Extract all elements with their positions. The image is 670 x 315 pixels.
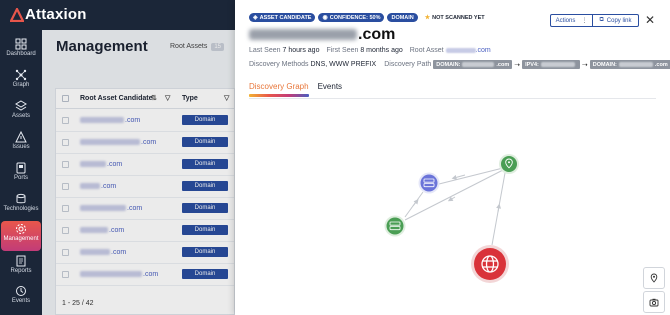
sidebar-item-dashboard[interactable]: Dashboard — [0, 38, 42, 68]
graph-edge-arrow — [496, 203, 502, 213]
shield-icon: ◉ — [322, 15, 328, 21]
tab-discovery-graph[interactable]: Discovery Graph — [249, 82, 309, 97]
scan-status-badge: ★ NOT SCANNED YET — [424, 14, 485, 22]
logo-text: Attaxion — [25, 6, 87, 23]
sidebar-item-label: Reports — [10, 268, 32, 274]
sidebar-item-events[interactable]: Events — [0, 285, 42, 315]
path-chip[interactable]: DOMAIN: .com — [433, 60, 513, 69]
sidebar-item-graph[interactable]: Graph — [0, 69, 42, 99]
path-chip[interactable]: IPV4: — [522, 60, 580, 69]
copy-icon: ⧉ — [599, 17, 604, 23]
camera-icon — [649, 298, 659, 307]
asset-meta-row: Last Seen 7 hours ago First Seen 8 months… — [249, 47, 491, 54]
events-icon — [16, 286, 26, 296]
sidebar-item-reports[interactable]: Reports — [0, 255, 42, 285]
more-icon: ⋮ — [581, 18, 588, 24]
discovery-row: Discovery Methods DNS, WWW PREFIX Discov… — [249, 60, 670, 69]
graph-node-server[interactable] — [384, 215, 406, 237]
graph-icon — [15, 69, 27, 81]
path-chip[interactable]: DOMAIN: .com — [589, 60, 670, 69]
graph-edge-arrow — [412, 199, 419, 207]
tab-events[interactable]: Events — [318, 82, 342, 97]
asset-candidate-badge: ◈ ASSET CANDIDATE — [249, 13, 316, 22]
assets-icon — [15, 100, 27, 111]
sidebar-item-label: Events — [11, 298, 31, 304]
graph-node-current-domain[interactable] — [471, 245, 509, 283]
arrow-right-icon: ➝ — [514, 61, 521, 69]
graph-edge — [438, 167, 504, 185]
sidebar-item-technologies[interactable]: Technologies — [0, 193, 42, 223]
graph-edge-arrow — [447, 196, 456, 202]
management-icon — [16, 224, 26, 234]
warning-icon: ★ — [424, 15, 431, 21]
sidebar-item-label: Ports — [13, 175, 28, 181]
discovery-methods-value: DNS, WWW PREFIX — [310, 61, 377, 68]
graph-node-ip[interactable] — [418, 172, 440, 194]
arrow-right-icon: ➝ — [581, 61, 588, 69]
sidebar-item-label: Graph — [12, 82, 30, 88]
sidebar-item-label: Dashboard — [6, 51, 36, 57]
reports-icon — [16, 255, 26, 267]
logo-mark-icon — [10, 7, 24, 22]
badge-row: ◈ ASSET CANDIDATE ◉ CONFIDENCE: 50% DOMAIN… — [249, 13, 492, 22]
domain-badge: DOMAIN — [387, 13, 418, 22]
sidebar-item-ports[interactable]: Ports — [0, 162, 42, 192]
top-bar: Attaxion — [0, 0, 235, 30]
screenshot-button[interactable] — [643, 291, 665, 313]
actions-button[interactable]: Actions ⋮ — [550, 14, 593, 27]
modal-backdrop[interactable] — [42, 30, 235, 315]
graph-node-location[interactable] — [499, 154, 519, 174]
tag-icon: ◈ — [253, 15, 258, 21]
sidebar-item-issues[interactable]: Issues — [0, 131, 42, 161]
location-pin-icon — [650, 273, 658, 283]
copy-link-button[interactable]: ⧉ Copy link — [593, 14, 639, 27]
sidebar-item-label: Assets — [11, 113, 30, 119]
ports-icon — [16, 162, 26, 174]
app-logo[interactable]: Attaxion — [10, 6, 87, 23]
asset-detail-drawer: ◈ ASSET CANDIDATE ◉ CONFIDENCE: 50% DOMAIN… — [235, 0, 670, 315]
root-asset-link[interactable]: .com — [445, 47, 491, 54]
tabs-divider — [249, 98, 656, 99]
close-icon[interactable]: ✕ — [645, 13, 655, 27]
first-seen-value: 8 months ago — [360, 47, 403, 54]
last-seen-value: 7 hours ago — [282, 47, 320, 54]
confidence-badge: ◉ CONFIDENCE: 50% — [318, 13, 385, 22]
sidebar-item-management[interactable]: Management — [1, 221, 41, 251]
sidebar-item-label: Management — [3, 236, 39, 242]
discovery-graph[interactable] — [235, 100, 670, 315]
asset-title: .com — [249, 26, 395, 44]
drawer-tabs: Discovery Graph Events — [249, 82, 351, 97]
technologies-icon — [16, 193, 26, 204]
issues-icon — [15, 131, 27, 143]
sidebar-item-label: Issues — [12, 144, 30, 150]
sidebar: Dashboard Graph Assets Issues Ports Tech… — [0, 30, 42, 315]
dashboard-icon — [15, 38, 27, 50]
sidebar-item-label: Technologies — [3, 206, 39, 212]
locate-button[interactable] — [643, 267, 665, 289]
sidebar-item-assets[interactable]: Assets — [0, 100, 42, 130]
action-group: Actions ⋮ ⧉ Copy link — [550, 14, 640, 27]
